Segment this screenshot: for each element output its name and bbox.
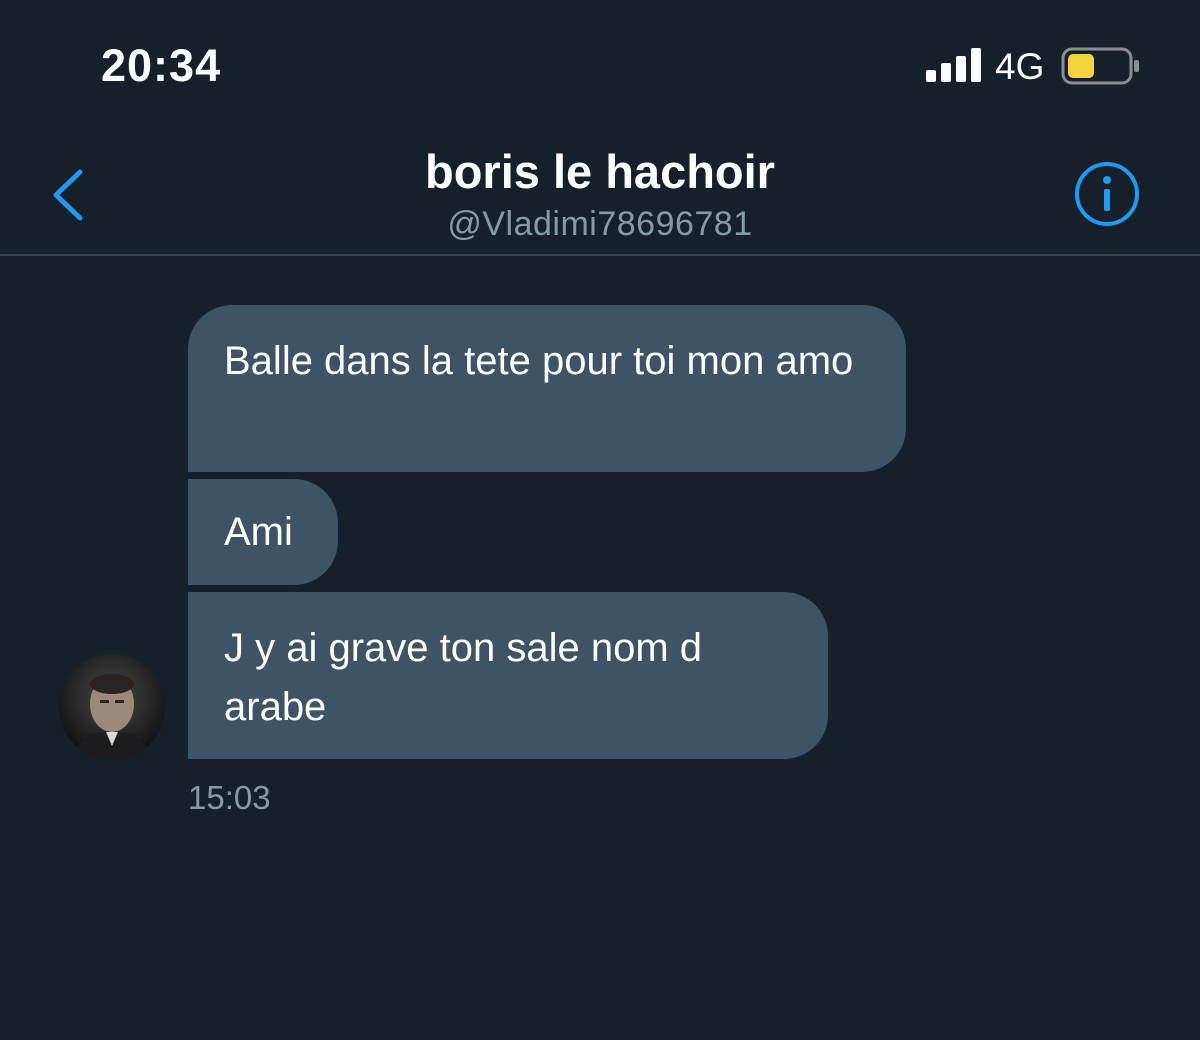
info-icon [1075,162,1139,226]
contact-handle[interactable]: @Vladimi78696781 [0,204,1200,244]
message-text: Balle dans la tete pour toi mon amo [224,339,854,383]
message-timestamp: 15:03 [188,779,271,816]
conversation-header: boris le hachoir @Vladimi78696781 [0,130,1200,256]
avatar[interactable] [59,654,165,760]
message-text: Ami [224,510,293,554]
message-bubble[interactable]: Ami [188,479,338,585]
status-time: 20:34 [101,40,222,91]
contact-name[interactable]: boris le hachoir [0,144,1200,200]
info-button[interactable] [1072,159,1142,229]
network-label: 4G [995,46,1045,87]
status-bar: 20:34 4G [0,0,1200,130]
message-bubble[interactable]: Balle dans la tete pour toi mon amo [188,305,906,472]
battery-low-icon [1061,47,1139,85]
signal-bars-icon [926,48,981,82]
message-text: J y ai grave ton sale nom d arabe [224,626,703,729]
message-bubble[interactable]: J y ai grave ton sale nom d arabe [188,592,828,759]
